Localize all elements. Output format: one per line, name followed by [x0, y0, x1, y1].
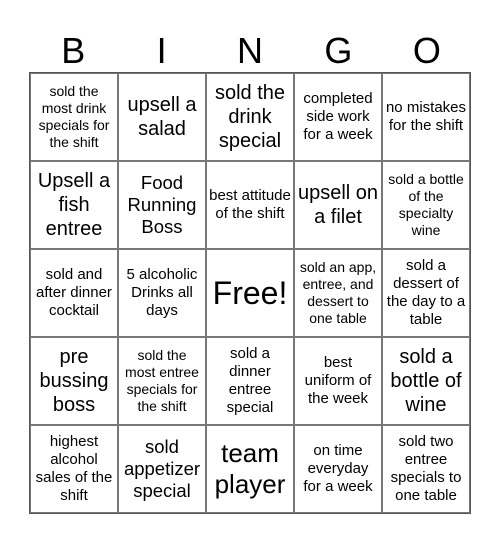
bingo-cell[interactable]: best attitude of the shift — [206, 161, 294, 249]
bingo-cell[interactable]: sold a dessert of the day to a table — [382, 249, 470, 337]
header-letter-n: N — [237, 30, 264, 71]
bingo-cell[interactable]: sold a bottle of wine — [382, 337, 470, 425]
bingo-cell[interactable]: on time everyday for a week — [294, 425, 382, 513]
bingo-cell[interactable]: 5 alcoholic Drinks all days — [118, 249, 206, 337]
bingo-cell[interactable]: sold the most drink specials for the shi… — [30, 73, 118, 161]
bingo-cell[interactable]: Food Running Boss — [118, 161, 206, 249]
bingo-header: B I N G O — [29, 30, 471, 72]
bingo-card-grid: sold the most drink specials for the shi… — [29, 72, 471, 514]
bingo-cell[interactable]: pre bussing boss — [30, 337, 118, 425]
bingo-cell[interactable]: sold a bottle of the specialty wine — [382, 161, 470, 249]
header-letter-i: I — [156, 30, 167, 71]
bingo-cell[interactable]: team player — [206, 425, 294, 513]
bingo-cell[interactable]: upsell a salad — [118, 73, 206, 161]
bingo-cell[interactable]: highest alcohol sales of the shift — [30, 425, 118, 513]
bingo-cell[interactable]: completed side work for a week — [294, 73, 382, 161]
bingo-cell[interactable]: Upsell a fish entree — [30, 161, 118, 249]
bingo-cell[interactable]: sold an app, entree, and dessert to one … — [294, 249, 382, 337]
header-letter-g: G — [324, 30, 353, 71]
bingo-cell[interactable]: sold the most entree specials for the sh… — [118, 337, 206, 425]
bingo-cell-free[interactable]: Free! — [206, 249, 294, 337]
bingo-cell[interactable]: sold two entree specials to one table — [382, 425, 470, 513]
bingo-cell[interactable]: sold the drink special — [206, 73, 294, 161]
bingo-cell[interactable]: sold appetizer special — [118, 425, 206, 513]
bingo-cell[interactable]: no mistakes for the shift — [382, 73, 470, 161]
header-letter-o: O — [412, 30, 441, 71]
bingo-cell[interactable]: sold a dinner entree special — [206, 337, 294, 425]
bingo-cell[interactable]: upsell on a filet — [294, 161, 382, 249]
bingo-cell[interactable]: best uniform of the week — [294, 337, 382, 425]
header-letter-b: B — [61, 30, 86, 71]
bingo-cell[interactable]: sold and after dinner cocktail — [30, 249, 118, 337]
